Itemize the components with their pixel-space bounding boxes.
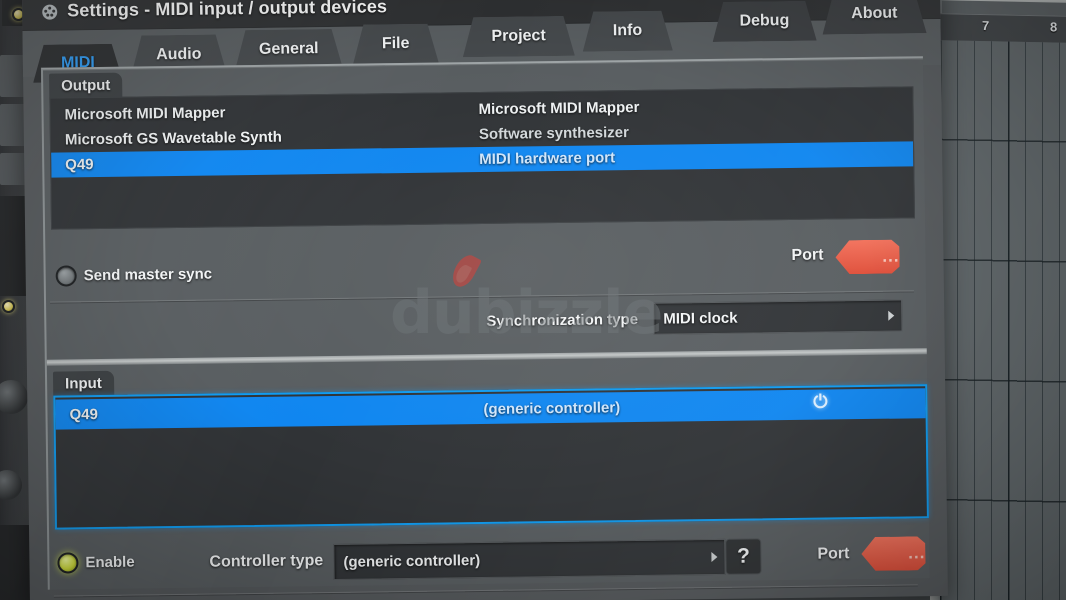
settings-dialog: Settings - MIDI input / output devices M…	[22, 0, 948, 600]
input-controller-type: (generic controller)	[483, 398, 621, 418]
playlist-bar-mark: 7	[982, 18, 990, 34]
output-device-name: Microsoft GS Wavetable Synth	[64, 128, 282, 149]
synchronization-type-value: MIDI clock	[663, 309, 738, 328]
output-port-type: Microsoft MIDI Mapper	[478, 98, 640, 119]
synchronization-type-label: Synchronization type	[486, 310, 639, 330]
enable-led[interactable]	[57, 552, 79, 574]
tab-info[interactable]: Info	[582, 10, 673, 51]
tab-debug[interactable]: Debug	[712, 1, 817, 42]
controller-type-label: Controller type	[209, 552, 324, 571]
input-port-label: Port	[817, 545, 850, 563]
synchronization-type-select[interactable]: MIDI clock	[653, 299, 903, 335]
output-port-button-dots: ...	[882, 246, 900, 266]
controller-type-select[interactable]: (generic controller)	[333, 538, 726, 580]
output-device-list[interactable]: Microsoft MIDI Mapper Microsoft MIDI Map…	[49, 86, 916, 230]
enable-label: Enable	[85, 553, 135, 572]
chevron-right-icon	[888, 310, 895, 321]
input-group-label: Input	[52, 370, 114, 396]
output-device-name: Q49	[65, 156, 94, 174]
table-row[interactable]: Q49 (generic controller) ⏻	[55, 388, 926, 430]
output-port-type: MIDI hardware port	[479, 149, 616, 169]
dialog-title: Settings - MIDI input / output devices	[67, 0, 388, 21]
send-master-sync-led[interactable]	[55, 265, 77, 287]
background-playlist: 7 8	[930, 0, 1066, 600]
midi-settings-panel: Output Microsoft MIDI Mapper Microsoft M…	[40, 56, 930, 597]
input-device-name: Q49	[69, 405, 98, 423]
playlist-bar-mark: 8	[1050, 19, 1058, 35]
output-port-button[interactable]: ...	[835, 239, 909, 274]
playlist-grid	[940, 40, 1066, 600]
help-button[interactable]: ?	[725, 538, 762, 575]
input-device-list[interactable]: Q49 (generic controller) ⏻	[53, 384, 929, 530]
output-port-label: Port	[791, 246, 824, 264]
photo-scene: 7 8 Settings - MIDI input / output devic…	[0, 0, 1066, 600]
power-icon[interactable]: ⏻	[811, 391, 829, 411]
tab-about[interactable]: About	[822, 0, 927, 35]
divider	[53, 584, 918, 597]
output-device-name: Microsoft MIDI Mapper	[64, 104, 226, 124]
tab-file[interactable]: File	[352, 24, 439, 65]
input-port-button-dots: ...	[908, 543, 926, 563]
send-master-sync-control[interactable]: Send master sync	[55, 264, 213, 287]
output-port-type: Software synthesizer	[478, 124, 630, 144]
tab-project[interactable]: Project	[462, 16, 575, 57]
output-group-label: Output	[49, 72, 123, 98]
chevron-right-icon	[711, 551, 718, 563]
section-separator	[46, 348, 927, 366]
midi-din-connector-icon	[42, 4, 58, 20]
controller-type-value: (generic controller)	[343, 551, 481, 571]
playlist-ruler: 7 8	[938, 13, 1066, 43]
input-port-button[interactable]: ...	[861, 536, 935, 571]
enable-control[interactable]: Enable	[57, 552, 135, 574]
send-master-sync-label: Send master sync	[83, 265, 213, 285]
